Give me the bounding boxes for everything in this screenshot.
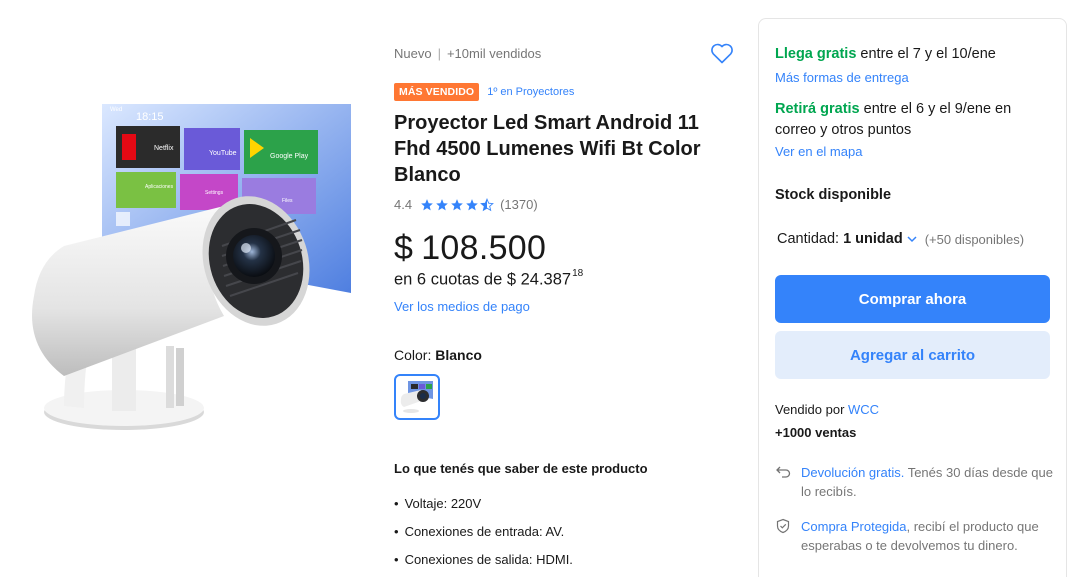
quantity-selector[interactable]: Cantidad: 1 unidad (+50 disponibles)	[777, 231, 1024, 247]
quantity-available: (+50 disponibles)	[924, 231, 1025, 247]
stock-status: Stock disponible	[775, 187, 892, 203]
screen-googleplay-label: Google Play	[270, 153, 309, 160]
star-icon	[421, 198, 433, 210]
buy-now-button[interactable]: Comprar ahora	[775, 275, 1050, 323]
installments-text: en 6 cuotas de $ 24.387	[394, 270, 572, 289]
price-currency: $	[394, 229, 414, 267]
badges: MÁS VENDIDO 1º en Proyectores	[394, 83, 574, 101]
seller-name-link[interactable]: WCC	[848, 402, 879, 417]
color-label-prefix: Color:	[394, 347, 436, 363]
sold-count: +10mil vendidos	[446, 46, 542, 61]
installments-cents: 18	[572, 268, 584, 279]
seller-sales: +1000 ventas	[775, 425, 857, 440]
screen-files-label: Files	[282, 198, 293, 204]
pickup-info: Retirá gratis entre el 6 y el 9/ene en c…	[775, 99, 1045, 141]
product-gallery: Wed 18:15 Netflix YouTube Google Play Ap…	[0, 0, 375, 577]
swatch-thumbnail	[400, 381, 433, 413]
feature-item: Conexiones de entrada: AV.	[394, 524, 573, 552]
screen-time: 18:15	[136, 111, 164, 123]
rating-stars	[420, 197, 494, 212]
condition-label: Nuevo	[394, 46, 432, 61]
buy-box: Llega gratis entre el 7 y el 10/ene Más …	[758, 18, 1067, 577]
installments: en 6 cuotas de $ 24.38718	[394, 268, 584, 290]
screen-settings-label: Settings	[205, 190, 224, 196]
price-amount: 108.500	[421, 229, 547, 267]
color-swatch-blanco[interactable]	[394, 374, 440, 420]
reviews-count: (1370)	[500, 197, 538, 212]
payment-methods-link[interactable]: Ver los medios de pago	[394, 299, 530, 314]
more-shipping-options-link[interactable]: Más formas de entrega	[775, 70, 909, 85]
chevron-down-icon	[907, 236, 917, 243]
protected-purchase-benefit: Compra Protegida, recibí el producto que…	[775, 517, 1055, 555]
half-star-icon	[480, 197, 494, 211]
shipping-info: Llega gratis entre el 7 y el 10/ene	[775, 46, 996, 62]
category-rank-link[interactable]: 1º en Proyectores	[487, 86, 574, 98]
price: $108.500	[394, 229, 546, 268]
product-subtitle: Nuevo | +10mil vendidos	[394, 46, 542, 61]
screen-youtube-label: YouTube	[209, 150, 237, 157]
add-to-cart-button[interactable]: Agregar al carrito	[775, 331, 1050, 379]
free-return-benefit: Devolución gratis. Tenés 30 días desde q…	[775, 463, 1055, 501]
shield-check-icon	[776, 518, 790, 534]
free-shipping-label: Llega gratis	[775, 46, 857, 62]
rating-summary[interactable]: 4.4 (1370)	[394, 197, 538, 212]
rating-value: 4.4	[394, 197, 413, 212]
protected-purchase-link[interactable]: Compra Protegida	[801, 519, 907, 534]
color-label: Color: Blanco	[394, 347, 482, 363]
shipping-dates: entre el 7 y el 10/ene	[856, 46, 996, 62]
quantity-label: Cantidad:	[777, 231, 840, 247]
free-pickup-label: Retirá gratis	[775, 101, 860, 117]
feature-item: Voltaje: 220V	[394, 496, 573, 524]
view-map-link[interactable]: Ver en el mapa	[775, 144, 862, 159]
screen-netflix-label: Netflix	[154, 145, 174, 152]
quantity-value: 1 unidad	[843, 231, 903, 247]
product-title: Proyector Led Smart Android 11 Fhd 4500 …	[394, 112, 701, 186]
features-list: Voltaje: 220V Conexiones de entrada: AV.…	[394, 496, 573, 577]
color-value: Blanco	[435, 347, 482, 363]
seller-prefix: Vendido por	[775, 402, 849, 417]
star-icon	[451, 198, 463, 210]
product-image[interactable]	[24, 96, 354, 441]
return-arrow-icon	[776, 466, 791, 478]
screen-apps-label: Aplicaciones	[145, 184, 174, 190]
star-icon	[466, 198, 478, 210]
star-icon	[436, 198, 448, 210]
best-seller-badge: MÁS VENDIDO	[394, 83, 480, 101]
free-return-link[interactable]: Devolución gratis.	[801, 465, 904, 480]
favorite-heart-icon[interactable]	[710, 42, 734, 64]
screen-date: Wed	[110, 107, 123, 113]
features-title: Lo que tenés que saber de este producto	[394, 461, 648, 476]
feature-item: Conexiones de salida: HDMI.	[394, 552, 573, 577]
seller-info: Vendido por WCC	[775, 402, 879, 417]
